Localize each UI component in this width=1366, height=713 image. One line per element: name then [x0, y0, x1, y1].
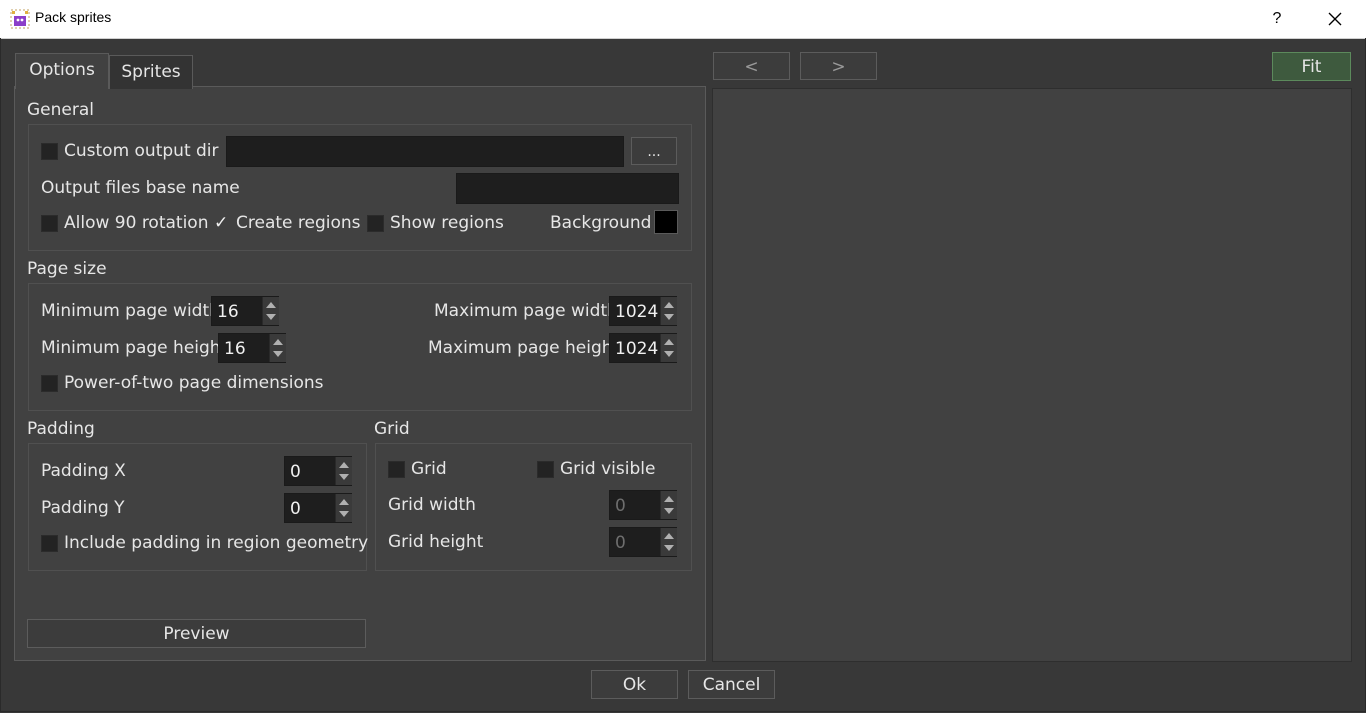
preview-canvas[interactable]: [712, 88, 1352, 662]
cancel-button[interactable]: Cancel: [688, 670, 775, 699]
max-width-label: Maximum page width: [434, 301, 618, 321]
include-padding-checkbox[interactable]: [41, 535, 58, 552]
grid-height-label: Grid height: [388, 532, 484, 552]
help-button[interactable]: ?: [1262, 6, 1292, 32]
background-label: Background: [550, 213, 652, 233]
grid-label: Grid: [411, 459, 447, 479]
min-width-spin-arrows[interactable]: [262, 297, 279, 325]
include-padding-label: Include padding in region geometry: [64, 533, 369, 553]
general-section-title: General: [27, 100, 94, 120]
base-name-label: Output files base name: [41, 178, 240, 198]
tab-options[interactable]: Options: [15, 53, 109, 89]
grid-section-title: Grid: [374, 419, 410, 439]
max-height-spin-arrows[interactable]: [660, 334, 677, 362]
padding-y-value: 0: [290, 499, 301, 519]
next-button[interactable]: >: [800, 52, 877, 80]
allow-rotation-label: Allow 90 rotation: [64, 213, 209, 233]
tab-sprites[interactable]: Sprites: [109, 55, 193, 89]
create-regions-label: Create regions: [236, 213, 361, 233]
min-height-value: 16: [224, 339, 246, 359]
grid-width-value: 0: [615, 496, 626, 516]
grid-height-spin-arrows[interactable]: [660, 528, 677, 556]
grid-checkbox[interactable]: [388, 461, 405, 478]
custom-output-dir-checkbox[interactable]: [41, 143, 58, 160]
max-width-spin-arrows[interactable]: [660, 297, 677, 325]
padding-y-label: Padding Y: [41, 498, 125, 518]
grid-visible-checkbox[interactable]: [537, 461, 554, 478]
output-dir-input[interactable]: [226, 136, 624, 167]
power-of-two-label: Power-of-two page dimensions: [64, 373, 324, 393]
power-of-two-checkbox[interactable]: [41, 375, 58, 392]
max-width-value: 1024: [615, 302, 659, 322]
min-height-label: Minimum page height: [41, 338, 228, 358]
max-height-value: 1024: [615, 339, 659, 359]
ok-button[interactable]: Ok: [591, 670, 678, 699]
prev-button[interactable]: <: [713, 52, 790, 80]
background-color-swatch[interactable]: [654, 210, 678, 234]
grid-visible-label: Grid visible: [560, 459, 656, 479]
show-regions-label: Show regions: [390, 213, 504, 233]
show-regions-checkbox[interactable]: [367, 215, 384, 232]
close-icon[interactable]: [1320, 6, 1350, 32]
custom-output-dir-label: Custom output dir: [64, 141, 219, 161]
padding-x-value: 0: [290, 462, 301, 482]
min-width-label: Minimum page width: [41, 301, 220, 321]
grid-height-value: 0: [615, 533, 626, 553]
padding-x-label: Padding X: [41, 461, 126, 481]
fit-button[interactable]: Fit: [1272, 52, 1351, 81]
grid-width-label: Grid width: [388, 495, 476, 515]
padding-section-title: Padding: [27, 419, 95, 439]
grid-width-spin-arrows[interactable]: [660, 491, 677, 519]
preview-button[interactable]: Preview: [27, 619, 366, 648]
min-width-value: 16: [217, 302, 239, 322]
min-height-spin-arrows[interactable]: [269, 334, 286, 362]
base-name-input[interactable]: [456, 173, 679, 204]
allow-rotation-checkbox[interactable]: [41, 215, 58, 232]
create-regions-checkbox[interactable]: ✓: [214, 215, 228, 232]
padding-x-spin-arrows[interactable]: [335, 457, 352, 485]
page-size-section-title: Page size: [27, 259, 107, 279]
app-icon: [10, 9, 30, 29]
padding-y-spin-arrows[interactable]: [335, 494, 352, 522]
browse-button[interactable]: ...: [631, 137, 677, 165]
title-bar: [0, 0, 1366, 39]
window-title: Pack sprites: [35, 9, 112, 25]
max-height-label: Maximum page height: [428, 338, 620, 358]
